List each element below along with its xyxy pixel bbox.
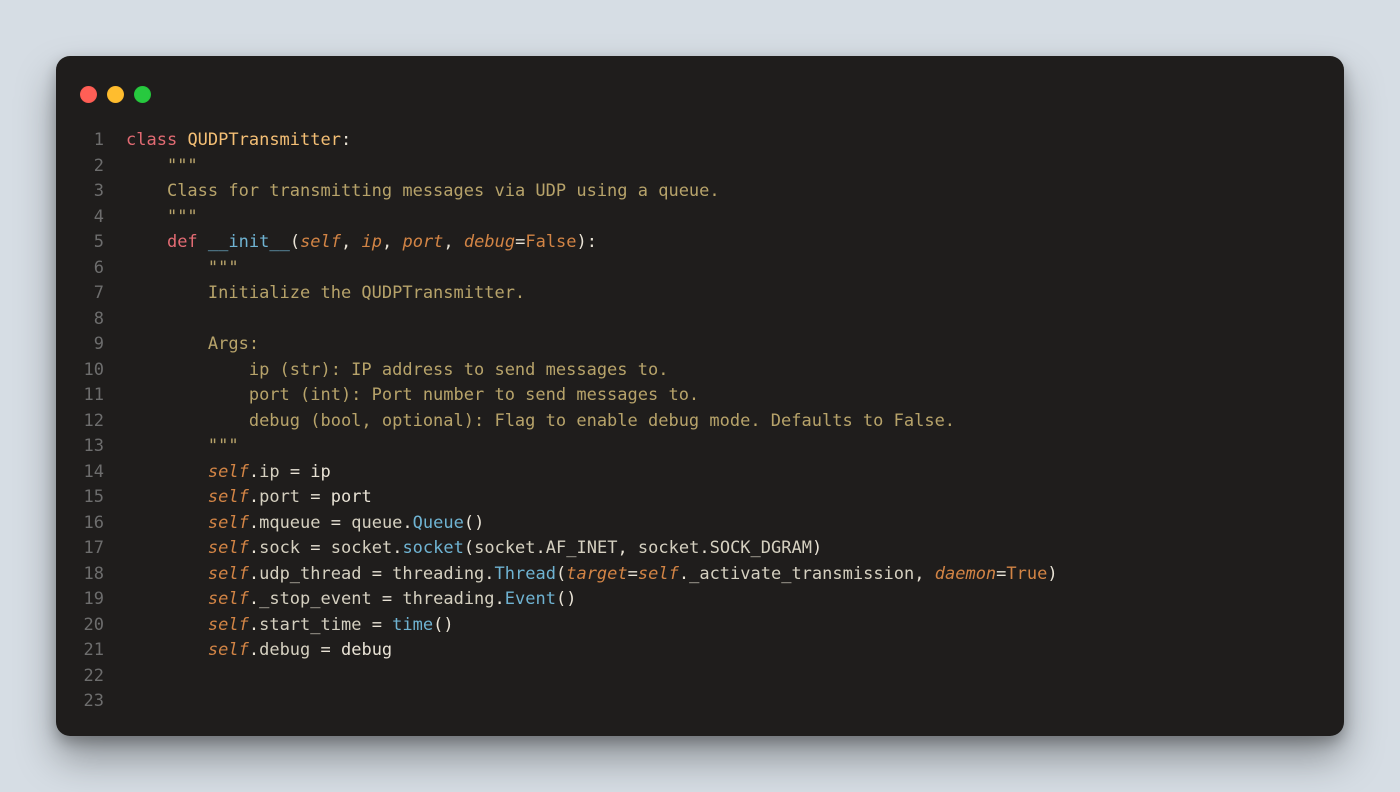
- minimize-icon[interactable]: [107, 86, 124, 103]
- line-number: 12: [74, 409, 104, 435]
- line-number: 10: [74, 358, 104, 384]
- line-number: 17: [74, 536, 104, 562]
- code-window: 1234567891011121314151617181920212223 cl…: [56, 56, 1344, 736]
- code-line: ip (str): IP address to send messages to…: [126, 358, 1334, 384]
- code-line: self.mqueue = queue.Queue(): [126, 511, 1334, 537]
- code-editor: 1234567891011121314151617181920212223 cl…: [56, 120, 1344, 733]
- line-number: 19: [74, 587, 104, 613]
- code-line: port (int): Port number to send messages…: [126, 383, 1334, 409]
- line-number: 22: [74, 664, 104, 690]
- line-number: 18: [74, 562, 104, 588]
- line-number: 13: [74, 434, 104, 460]
- code-line: """: [126, 205, 1334, 231]
- code-line: debug (bool, optional): Flag to enable d…: [126, 409, 1334, 435]
- code-line: Class for transmitting messages via UDP …: [126, 179, 1334, 205]
- line-number: 6: [74, 256, 104, 282]
- code-line: self.debug = debug: [126, 638, 1334, 664]
- line-number: 3: [74, 179, 104, 205]
- line-number: 14: [74, 460, 104, 486]
- line-number: 11: [74, 383, 104, 409]
- code-line: self.udp_thread = threading.Thread(targe…: [126, 562, 1334, 588]
- code-line: """: [126, 154, 1334, 180]
- line-number: 1: [74, 128, 104, 154]
- code-line: [126, 689, 1334, 715]
- code-line: Args:: [126, 332, 1334, 358]
- line-number: 20: [74, 613, 104, 639]
- code-line: self._stop_event = threading.Event(): [126, 587, 1334, 613]
- code-line: [126, 307, 1334, 333]
- code-line: """: [126, 256, 1334, 282]
- zoom-icon[interactable]: [134, 86, 151, 103]
- line-number: 9: [74, 332, 104, 358]
- close-icon[interactable]: [80, 86, 97, 103]
- code-line: self.ip = ip: [126, 460, 1334, 486]
- code-line: Initialize the QUDPTransmitter.: [126, 281, 1334, 307]
- line-number-gutter: 1234567891011121314151617181920212223: [74, 128, 126, 715]
- line-number: 16: [74, 511, 104, 537]
- code-line: def __init__(self, ip, port, debug=False…: [126, 230, 1334, 256]
- code-line: self.port = port: [126, 485, 1334, 511]
- line-number: 8: [74, 307, 104, 333]
- line-number: 2: [74, 154, 104, 180]
- line-number: 5: [74, 230, 104, 256]
- line-number: 7: [74, 281, 104, 307]
- line-number: 23: [74, 689, 104, 715]
- window-titlebar: [56, 56, 1344, 120]
- code-content[interactable]: class QUDPTransmitter: """ Class for tra…: [126, 128, 1334, 715]
- code-line: class QUDPTransmitter:: [126, 128, 1334, 154]
- line-number: 4: [74, 205, 104, 231]
- line-number: 21: [74, 638, 104, 664]
- code-line: self.sock = socket.socket(socket.AF_INET…: [126, 536, 1334, 562]
- code-line: [126, 664, 1334, 690]
- code-line: """: [126, 434, 1334, 460]
- line-number: 15: [74, 485, 104, 511]
- code-line: self.start_time = time(): [126, 613, 1334, 639]
